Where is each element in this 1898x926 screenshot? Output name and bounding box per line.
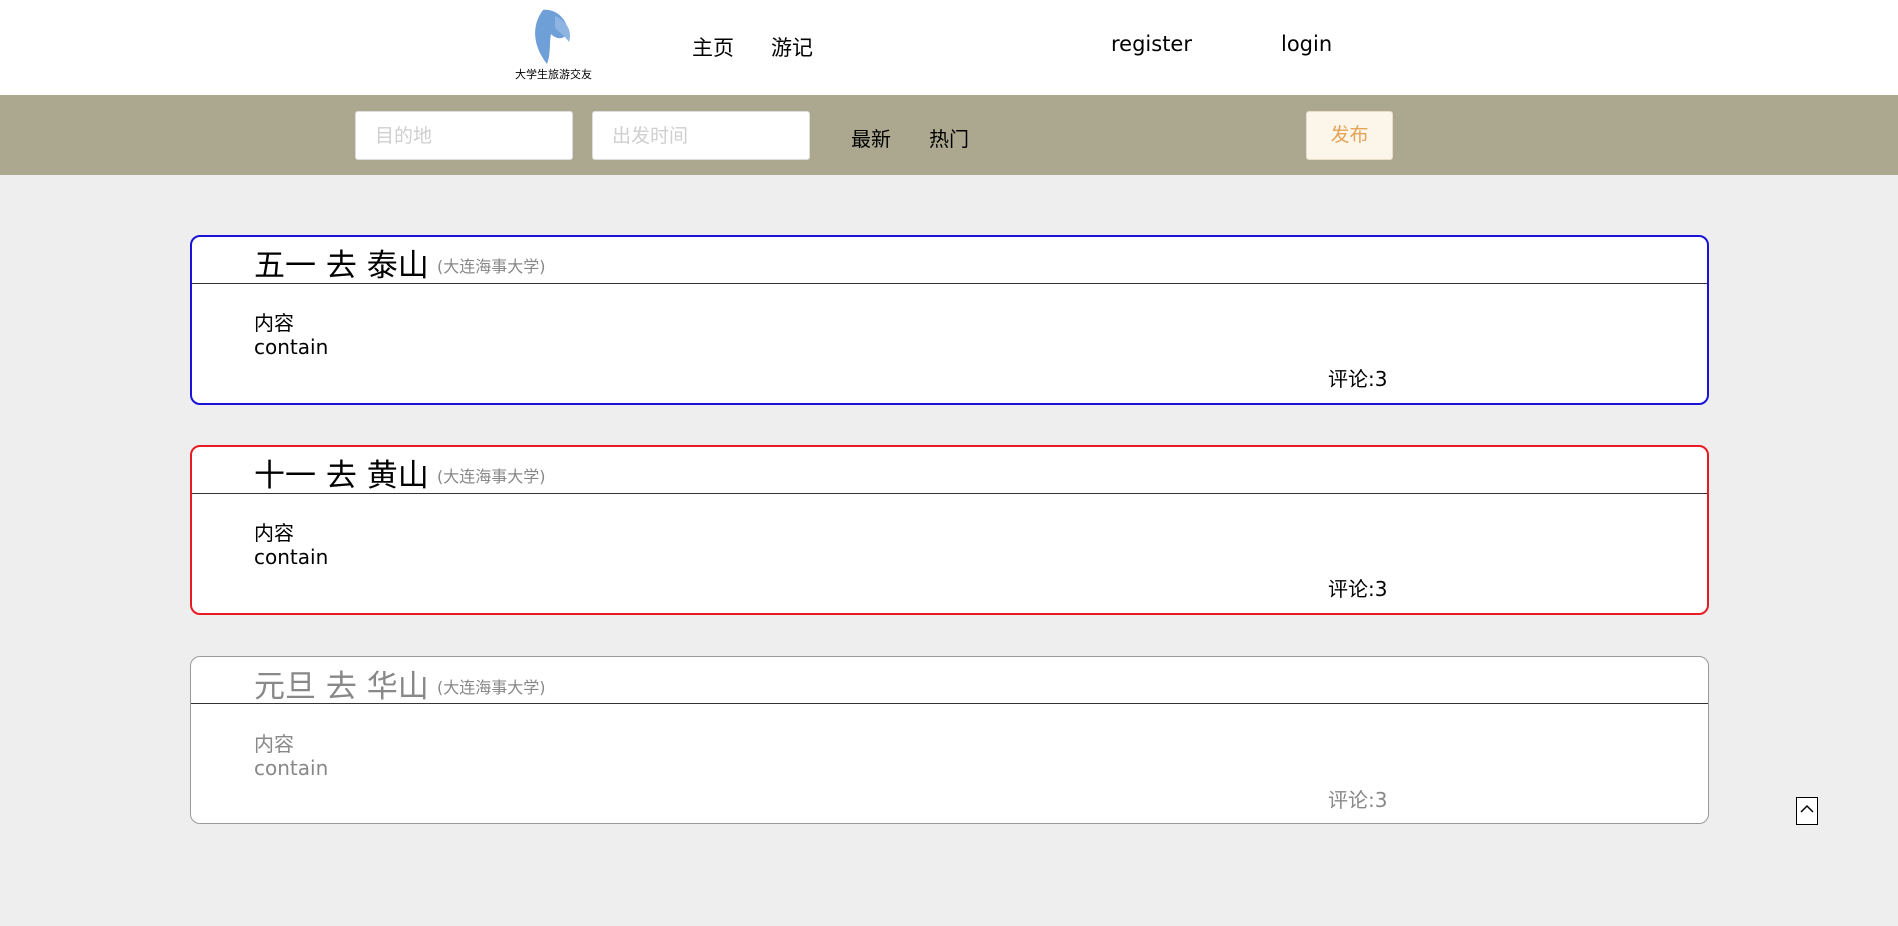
post-school: (大连海事大学)	[437, 257, 546, 276]
post-comments[interactable]: 评论:3	[1328, 573, 1387, 602]
sort-latest-link[interactable]: 最新	[851, 123, 891, 152]
post-school: (大连海事大学)	[437, 678, 546, 697]
post-content: contain	[254, 335, 329, 359]
publish-button[interactable]: 发布	[1306, 111, 1393, 160]
post-content-label: 内容	[254, 311, 294, 335]
back-to-top-button[interactable]	[1796, 797, 1818, 825]
departure-time-input[interactable]	[592, 111, 810, 160]
top-navbar: 大学生旅游交友 主页 游记 register login	[0, 0, 1898, 95]
site-logo[interactable]: 大学生旅游交友	[515, 6, 592, 84]
chevron-up-icon	[1800, 804, 1814, 813]
nav-home[interactable]: 主页	[692, 32, 734, 62]
post-card-header: 十一 去 黄山 (大连海事大学)	[192, 447, 1707, 494]
logo-text: 大学生旅游交友	[515, 68, 592, 81]
post-content: contain	[254, 756, 329, 780]
post-content-label: 内容	[254, 521, 294, 545]
login-link[interactable]: login	[1281, 32, 1332, 56]
post-card[interactable]: 十一 去 黄山 (大连海事大学) 内容 contain 评论:3	[190, 445, 1709, 615]
post-title[interactable]: 元旦 去 华山	[254, 661, 429, 706]
sort-hot-link[interactable]: 热门	[929, 123, 969, 152]
post-title[interactable]: 五一 去 泰山	[254, 240, 429, 285]
post-title[interactable]: 十一 去 黄山	[254, 450, 429, 495]
register-link[interactable]: register	[1111, 32, 1192, 56]
post-card[interactable]: 五一 去 泰山 (大连海事大学) 内容 contain 评论:3	[190, 235, 1709, 405]
post-content-label: 内容	[254, 732, 294, 756]
post-school: (大连海事大学)	[437, 467, 546, 486]
logo-leaf-icon	[535, 9, 571, 65]
post-card-header: 元旦 去 华山 (大连海事大学)	[191, 657, 1708, 706]
post-card[interactable]: 元旦 去 华山 (大连海事大学) 内容 contain 评论:3	[190, 656, 1709, 824]
post-comments[interactable]: 评论:3	[1328, 784, 1387, 813]
post-card-header: 五一 去 泰山 (大连海事大学)	[192, 237, 1707, 284]
filter-bar: 最新 热门 发布	[0, 95, 1898, 175]
destination-input[interactable]	[355, 111, 573, 160]
post-comments[interactable]: 评论:3	[1328, 363, 1387, 392]
nav-travelogue[interactable]: 游记	[771, 32, 813, 62]
post-content: contain	[254, 545, 329, 569]
